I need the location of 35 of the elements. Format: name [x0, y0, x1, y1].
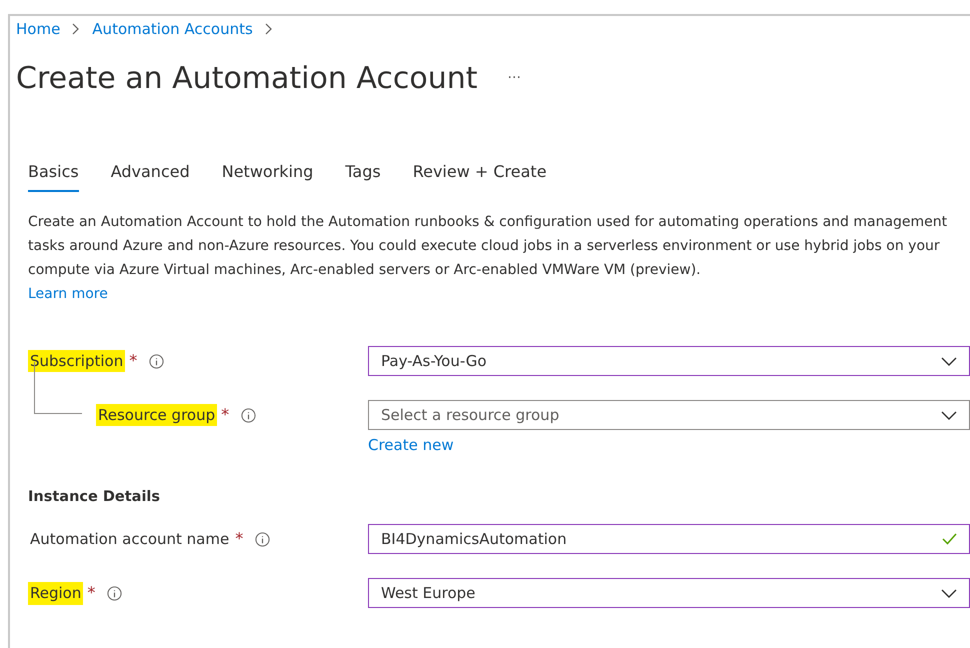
- required-mark: *: [221, 404, 230, 426]
- dropdown-field[interactable]: West Europe: [368, 578, 970, 608]
- chevron-down-icon: [941, 356, 957, 366]
- field-label: Region: [28, 582, 84, 604]
- tab[interactable]: Advanced: [110, 160, 190, 192]
- chevron-icon: [264, 23, 273, 35]
- required-mark: *: [235, 528, 244, 550]
- chevron-down-icon: [941, 410, 957, 420]
- create-new-link[interactable]: Create new: [368, 434, 454, 456]
- breadcrumb-link[interactable]: Automation Accounts: [92, 18, 253, 40]
- field-label: Automation account name: [29, 529, 230, 550]
- info-icon[interactable]: [241, 408, 256, 422]
- tab[interactable]: Basics: [28, 160, 79, 192]
- chevron-down-icon: [941, 588, 957, 598]
- required-mark: *: [87, 582, 96, 604]
- tab[interactable]: Review + Create: [412, 160, 547, 192]
- learn-more-link[interactable]: Learn more: [28, 286, 108, 302]
- dropdown-field[interactable]: Select a resource group: [368, 400, 970, 430]
- chevron-icon: [72, 23, 80, 35]
- field-label: Subscription: [28, 350, 126, 372]
- page-title: Create an Automation Account: [16, 60, 478, 98]
- more-button[interactable]: ···: [508, 68, 521, 88]
- input-field[interactable]: BI4DynamicsAutomation: [368, 524, 970, 554]
- description-text: Create an Automation Account to hold the Automation runbooks & configuration used for automating operations and management tasks around Azure and non-Azure resources. You could execute cloud jobs in a serverless environment or use hybrid jobs on your compute via Azure Virtual machines, Arc-enabled servers or Arc-enabled VMWare VM (preview).: [28, 213, 948, 280]
- breadcrumb-link[interactable]: Home: [16, 18, 60, 40]
- section-heading: Instance Details: [28, 488, 162, 506]
- checkmark-icon: [942, 533, 957, 546]
- tab[interactable]: Tags: [345, 160, 381, 192]
- tab[interactable]: Networking: [222, 160, 314, 192]
- info-icon[interactable]: [255, 532, 270, 547]
- required-mark: *: [129, 350, 138, 372]
- field-label: Resource group: [96, 404, 218, 426]
- dropdown-field[interactable]: Pay-As-You-Go: [368, 346, 970, 376]
- info-icon[interactable]: [107, 586, 122, 601]
- info-icon[interactable]: [149, 354, 164, 368]
